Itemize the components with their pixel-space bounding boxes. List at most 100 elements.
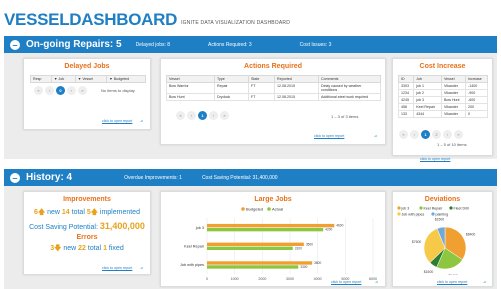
last-page-button[interactable]: » <box>78 86 87 95</box>
table-row[interactable]: 1234 job 2 Vikander -900 <box>397 89 488 97</box>
prev-page-button[interactable]: ‹ <box>45 86 54 95</box>
next-page-button[interactable]: › <box>443 130 452 139</box>
legend-label: job 3 <box>401 206 410 210</box>
x-tick-label: 3000 <box>286 277 294 281</box>
col-header[interactable]: State <box>248 75 275 83</box>
collapse-icon[interactable]: – <box>10 39 20 50</box>
table-cell: Additional steel work required <box>318 93 381 101</box>
col-header[interactable]: Reported <box>274 75 319 83</box>
improvements-counts: 6🡅 new 14 total 5🡅 implemented <box>24 208 150 219</box>
collapse-icon[interactable]: – <box>10 172 20 183</box>
x-tick-label: 0 <box>206 277 208 281</box>
last-page-button[interactable]: » <box>454 130 463 139</box>
chart-icon[interactable]: ⊿ <box>375 280 378 284</box>
legend-marker <box>397 206 401 210</box>
header: VESSEL DASHBOARD IGNITE DATA VISUALIZATI… <box>4 8 290 28</box>
table-cell: Vikander <box>440 103 467 111</box>
history-bar[interactable]: – History: 4 Overdue Improvements: 1 Cos… <box>4 169 497 186</box>
first-page-button[interactable]: « <box>34 86 43 95</box>
cost-increase-title: Cost Increase <box>419 63 466 70</box>
next-page-button[interactable]: › <box>209 111 218 120</box>
table-cell: Repair <box>214 82 249 94</box>
data-label: $7600 <box>412 240 422 244</box>
legend-marker <box>449 206 453 210</box>
open-report-link[interactable]: click to open report <box>102 119 132 123</box>
table-cell: Vikander <box>440 110 467 118</box>
page-button[interactable]: 2 <box>432 130 441 139</box>
data-label: 3500 <box>306 242 313 246</box>
chart-icon[interactable]: ⊿ <box>374 134 377 138</box>
table-row[interactable]: 3303 job 1 Vikander -1400 <box>397 82 488 90</box>
chart-icon[interactable]: ⊿ <box>140 119 143 123</box>
saving-potential: Cost Saving Potential: 31,400,000 <box>24 221 150 231</box>
col-header[interactable]: Job <box>413 75 442 83</box>
first-page-button[interactable]: « <box>399 130 408 139</box>
saving-stat: Cost Saving Potential: 31,400,000 <box>201 174 278 181</box>
col-header[interactable]: ▼ Vessel <box>74 75 108 83</box>
col-header[interactable]: Vessel <box>166 75 215 83</box>
table-cell: 200 <box>465 103 488 111</box>
data-label: $8400 <box>466 232 476 236</box>
prev-page-button[interactable]: ‹ <box>410 130 419 139</box>
dashboard-page: VESSEL DASHBOARD IGNITE DATA VISUALIZATI… <box>0 0 501 289</box>
arrow-up-icon: 🡅 <box>90 209 98 216</box>
col-header[interactable]: Comments <box>318 75 381 83</box>
col-header[interactable]: Increase <box>465 75 488 83</box>
cost-increase-table: ID Job Vessel Increase 3303 job 1 Vikander… <box>397 75 488 118</box>
category-label: Job with pipes <box>180 263 204 267</box>
history-title: History: 4 <box>26 172 73 183</box>
actions-stat: Actions Required: 3 <box>208 41 252 48</box>
bar <box>207 242 304 246</box>
arrow-down-icon: 🡇 <box>54 245 62 252</box>
brand-dashboard: DASHBOARD <box>69 10 178 29</box>
table-cell: -1400 <box>465 82 488 90</box>
col-header[interactable]: Resp <box>30 75 52 83</box>
col-header[interactable]: ▼ Budgeted <box>106 75 146 83</box>
brand-subtitle: IGNITE DATA VISUALIZATION DASHBOARD <box>181 20 291 26</box>
table-cell: Vikander <box>440 89 467 97</box>
data-label: 3300 <box>300 265 307 269</box>
table-cell: 1234 <box>397 89 415 97</box>
prev-page-button[interactable]: ‹ <box>187 111 196 120</box>
bar <box>207 261 313 265</box>
filter-icon[interactable]: ▼ <box>54 77 58 81</box>
col-header[interactable]: ▼ Job <box>50 75 76 83</box>
open-report-link[interactable]: click to open report <box>331 280 361 284</box>
table-cell: job 1 <box>413 82 442 90</box>
chart-icon[interactable]: ⊿ <box>140 266 143 270</box>
open-report-link[interactable]: click to open report <box>102 266 132 270</box>
col-header[interactable]: Type <box>214 75 249 83</box>
bar <box>207 265 299 269</box>
table-cell: Delay caused by weather conditions <box>318 82 381 94</box>
table-row[interactable]: 4245 job 3 Bow Hunt -600 <box>397 96 488 104</box>
table-cell: Bow Hunt <box>440 96 467 104</box>
last-page-button[interactable]: » <box>220 111 229 120</box>
cost-open-report-link[interactable]: click to open report <box>420 157 450 161</box>
page-button[interactable]: 0 <box>56 86 65 95</box>
table-cell: 456 <box>397 103 415 111</box>
col-header[interactable]: Vessel <box>440 75 467 83</box>
table-row[interactable]: 456 Keel Repair Vikander 200 <box>397 103 488 111</box>
col-header[interactable]: ID <box>397 75 415 83</box>
first-page-button[interactable]: « <box>176 111 185 120</box>
next-page-button[interactable]: › <box>67 86 76 95</box>
large-jobs-title: Large Jobs <box>254 196 292 203</box>
actions-required-panel: Actions Required Vessel Type State Repor… <box>160 58 386 145</box>
page-button[interactable]: 1 <box>421 130 430 139</box>
filter-icon[interactable]: ▼ <box>78 77 82 81</box>
chart-icon[interactable]: ⊿ <box>483 280 486 284</box>
data-label: $5400 <box>448 274 458 275</box>
open-report-link[interactable]: click to open report <box>314 134 344 138</box>
cost-stat: Cost Issues: 3 <box>299 41 332 48</box>
ongoing-bar[interactable]: – On-going Repairs: 5 Delayed jobs: 8 Ac… <box>4 36 497 53</box>
actions-pager: « ‹ 1 › » <box>176 111 231 120</box>
page-button[interactable]: 1 <box>198 111 207 120</box>
err-fixed-count: 1 <box>103 245 107 252</box>
table-cell: 4245 <box>397 96 415 104</box>
table-row[interactable]: 133 4344 Vikander 0 <box>397 110 488 118</box>
filter-icon[interactable]: ▼ <box>109 77 113 81</box>
table-row[interactable]: Bow Warrior Repair FT 12.08.2015 Delay c… <box>166 82 381 94</box>
table-row[interactable]: Bow Hunt Drydock FT 12.08.2015 Additiona… <box>166 93 381 101</box>
open-report-link[interactable]: click to open report <box>437 280 467 284</box>
table-cell: 133 <box>397 110 415 118</box>
